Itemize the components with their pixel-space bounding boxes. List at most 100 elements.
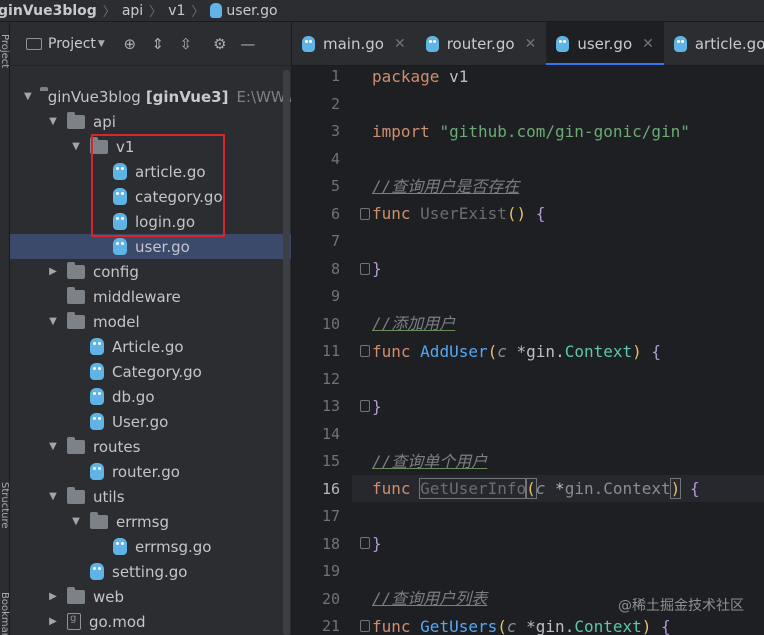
folder-icon <box>67 436 85 454</box>
tree-file[interactable]: setting.go <box>10 559 291 584</box>
fold-icon[interactable] <box>360 620 370 632</box>
chevron-down-icon[interactable]: ▼ <box>24 91 32 103</box>
folder-icon <box>67 586 85 604</box>
scrollbar[interactable] <box>283 70 290 635</box>
tree-file[interactable]: User.go <box>10 409 291 434</box>
tree-folder[interactable]: ▼ utils <box>10 484 291 509</box>
gear-icon[interactable]: ⚙ <box>209 33 231 55</box>
chevron-right-icon[interactable]: ▶ <box>47 616 59 628</box>
tree-folder[interactable]: ▼ errmsg <box>10 509 291 534</box>
module-name: [ginVue3] <box>145 87 229 106</box>
minimize-icon[interactable]: — <box>237 33 259 55</box>
editor-tab[interactable]: article.go✕ <box>664 22 764 65</box>
stripe-structure-label[interactable]: Structure <box>0 482 10 529</box>
tree-file[interactable]: article.go <box>10 159 291 184</box>
chevron-down-icon[interactable]: ▼ <box>70 141 82 153</box>
tree-file[interactable]: router.go <box>10 459 291 484</box>
chevron-down-icon[interactable]: ▼ <box>47 316 59 328</box>
tree-item-label: model <box>93 312 140 331</box>
tree-file[interactable]: Article.go <box>10 334 291 359</box>
line-number: 21 <box>321 617 340 635</box>
code-line-13[interactable]: } <box>372 393 382 420</box>
chevron-right-icon[interactable]: ▶ <box>47 266 59 278</box>
tree-item-label: User.go <box>112 412 169 431</box>
breadcrumb-project[interactable]: ginVue3blog <box>0 3 97 19</box>
tree-file[interactable]: db.go <box>10 384 291 409</box>
tree-folder[interactable]: ▼ routes <box>10 434 291 459</box>
fold-icon[interactable] <box>360 263 370 275</box>
go-file-icon <box>425 35 439 52</box>
fold-icon[interactable] <box>360 345 370 357</box>
tree-file[interactable]: Category.go <box>10 359 291 384</box>
stripe-bookmarks-label[interactable]: Bookmarks <box>0 592 10 635</box>
tree-item-label: v1 <box>116 137 135 156</box>
go-file-icon <box>113 538 127 555</box>
editor-tab[interactable]: main.go ✕ <box>292 22 416 65</box>
tab-label: user.go <box>577 34 633 53</box>
code-line-16[interactable]: func GetUserInfo(c *gin.Context) { <box>352 475 764 502</box>
tree-folder[interactable]: ▶ config <box>10 259 291 284</box>
code-line-21[interactable]: func GetUsers(c *gin.Context) { <box>372 613 671 635</box>
chevron-down-icon[interactable]: ▼ <box>47 116 59 128</box>
stripe-project-label[interactable]: Project <box>0 34 10 68</box>
fold-icon[interactable] <box>360 208 370 220</box>
tab-label: router.go <box>446 34 515 53</box>
code-line-6[interactable]: func UserExist() { <box>372 200 545 227</box>
collapse-all-icon[interactable]: ⇳ <box>175 33 197 55</box>
fold-icon[interactable] <box>360 400 370 412</box>
go-file-icon <box>113 188 127 205</box>
tree-item-label: category.go <box>135 187 223 206</box>
code-line-10[interactable]: //添加用户 <box>372 310 455 337</box>
code-line-1[interactable]: package v1 <box>372 63 468 90</box>
breadcrumb-api[interactable]: api <box>122 3 143 19</box>
project-title[interactable]: Project <box>48 36 96 52</box>
tree-file[interactable]: errmsg.go <box>10 534 291 559</box>
code-line-5[interactable]: //查询用户是否存在 <box>372 173 519 200</box>
chevron-down-icon[interactable]: ▼ <box>70 516 82 528</box>
tree-item-label: utils <box>93 487 125 506</box>
tree-item-label: login.go <box>135 212 196 231</box>
tab-label: main.go <box>323 34 384 53</box>
close-icon[interactable]: ✕ <box>525 36 537 52</box>
tree-file[interactable]: login.go <box>10 209 291 234</box>
folder-icon <box>90 136 108 154</box>
code-line-11[interactable]: func AddUser(c *gin.Context) { <box>372 338 661 365</box>
tree-folder[interactable]: ▼ model <box>10 309 291 334</box>
go-file-icon <box>210 3 223 18</box>
chevron-down-icon[interactable]: ▼ <box>47 491 59 503</box>
tree-folder[interactable]: ▼ginVue3blog[ginVue3]E:\WWW <box>10 84 291 109</box>
tree-file[interactable]: user.go <box>10 234 291 259</box>
tree-item-label: db.go <box>112 387 155 406</box>
tree-item-label: go.mod <box>89 612 146 631</box>
breadcrumb-file[interactable]: user.go <box>226 3 277 19</box>
expand-all-icon[interactable]: ⇕ <box>147 33 169 55</box>
code-line-15[interactable]: //查询单个用户 <box>372 448 487 475</box>
line-number: 4 <box>330 149 340 168</box>
code-line-18[interactable]: } <box>372 530 382 557</box>
breadcrumb-v1[interactable]: v1 <box>168 3 185 19</box>
fold-icon[interactable] <box>360 537 370 549</box>
tree-folder[interactable]: ▼ api <box>10 109 291 134</box>
chevron-right-icon[interactable]: ▶ <box>47 591 59 603</box>
line-number: 3 <box>330 122 340 140</box>
tree-item-label: middleware <box>93 287 181 306</box>
editor-tab[interactable]: router.go ✕ <box>416 22 547 65</box>
close-icon[interactable]: ✕ <box>394 36 406 52</box>
chevron-down-icon[interactable]: ▼ <box>98 39 105 49</box>
code-line-20[interactable]: //查询用户列表 <box>372 585 487 612</box>
editor-tab[interactable]: user.go ✕ <box>546 22 664 65</box>
code-line-8[interactable]: } <box>372 255 382 282</box>
chevron-down-icon[interactable]: ▼ <box>47 441 59 453</box>
tree-file[interactable]: category.go <box>10 184 291 209</box>
tree-folder[interactable]: ▼ v1 <box>10 134 291 159</box>
locate-icon[interactable]: ⊕ <box>119 33 141 55</box>
code-line-3[interactable]: import "github.com/gin-gonic/gin" <box>372 118 690 145</box>
project-panel: Project ▼ ⊕ ⇕ ⇳ ⚙ — ▼ ginVue3blog [ginVue3… <box>10 22 292 635</box>
line-number: 5 <box>330 177 340 195</box>
tree-file[interactable]: ▶ go.mod <box>10 609 291 634</box>
tree-folder[interactable]: ▶ web <box>10 584 291 609</box>
line-number: 9 <box>330 287 340 305</box>
close-icon[interactable]: ✕ <box>642 36 654 52</box>
go-file-icon <box>90 338 104 355</box>
tree-folder[interactable]: middleware <box>10 284 291 309</box>
